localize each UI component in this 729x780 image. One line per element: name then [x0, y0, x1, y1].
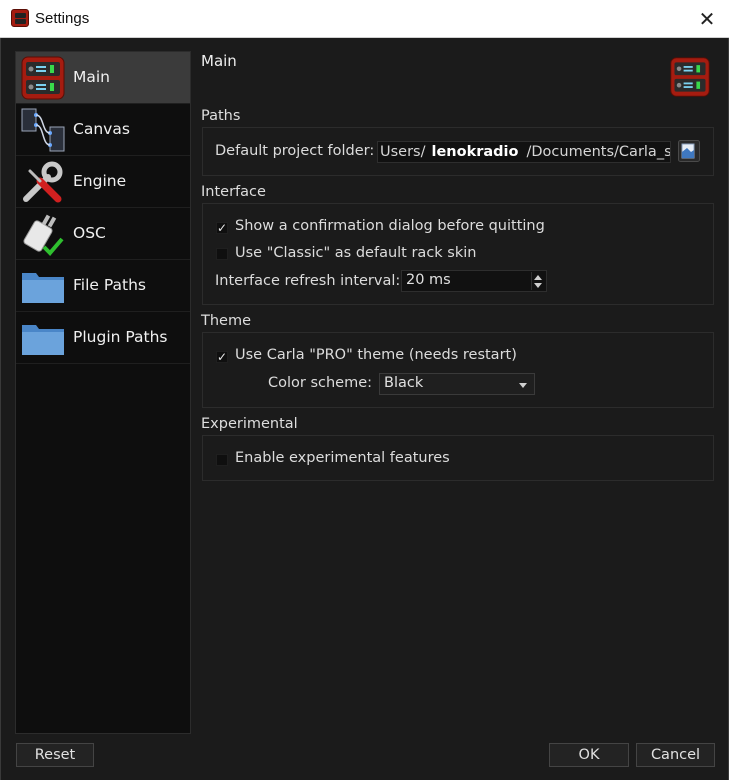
title-bar: Settings ✕ — [0, 0, 729, 38]
experimental-checkbox[interactable] — [216, 454, 228, 466]
refresh-interval-value: 20 ms — [406, 272, 451, 288]
dialog-body: Main Canvas Engine OSC File Paths Plugin… — [0, 38, 729, 780]
sidebar-item-label: File Paths — [73, 276, 146, 294]
sidebar-item-label: Main — [73, 68, 111, 86]
settings-sidebar: Main Canvas Engine OSC File Paths Plugin… — [15, 51, 191, 734]
spinbox-arrows[interactable] — [531, 272, 545, 290]
folder-path-prefix: Users/ — [380, 144, 426, 160]
window-title: Settings — [35, 10, 90, 27]
refresh-interval-label: Interface refresh interval: — [215, 273, 401, 289]
carla-rack-icon — [21, 56, 65, 100]
folder-path-suffix: /Documents/Carla_set — [526, 144, 671, 160]
sidebar-item-label: OSC — [73, 224, 106, 242]
pro-theme-label: Use Carla "PRO" theme (needs restart) — [235, 347, 517, 363]
cancel-button[interactable]: Cancel — [636, 743, 715, 767]
pro-theme-checkbox[interactable]: ✓ — [216, 351, 228, 363]
sidebar-item-engine[interactable]: Engine — [16, 156, 190, 208]
folder-path-user: lenokradio — [431, 144, 519, 160]
color-scheme-select[interactable]: Black — [379, 373, 535, 395]
spin-down-icon[interactable] — [534, 283, 542, 288]
refresh-interval-spinbox[interactable]: 20 ms — [401, 270, 547, 292]
sidebar-item-osc[interactable]: OSC — [16, 208, 190, 260]
sidebar-item-label: Plugin Paths — [73, 328, 168, 346]
default-folder-input[interactable]: Users/lenokradio/Documents/Carla_set — [377, 141, 671, 163]
tools-wrench-screwdriver-icon — [23, 161, 63, 203]
sidebar-item-main[interactable]: Main — [16, 52, 190, 104]
page-title: Main — [201, 52, 237, 70]
sidebar-item-plugin-paths[interactable]: Plugin Paths — [16, 312, 190, 364]
confirm-quit-checkbox[interactable]: ✓ — [216, 222, 228, 234]
patchbay-canvas-icon — [21, 108, 65, 152]
color-scheme-value: Black — [384, 375, 424, 391]
experimental-label: Enable experimental features — [235, 450, 450, 466]
sidebar-item-label: Canvas — [73, 120, 130, 138]
folder-icon — [22, 325, 64, 355]
theme-group — [202, 332, 714, 408]
open-folder-icon[interactable] — [678, 140, 700, 162]
sidebar-item-file-paths[interactable]: File Paths — [16, 260, 190, 312]
interface-group-title: Interface — [201, 184, 266, 200]
spin-up-icon[interactable] — [534, 275, 542, 280]
reset-button[interactable]: Reset — [16, 743, 94, 767]
chevron-down-icon — [519, 383, 527, 388]
carla-rack-icon — [670, 57, 710, 97]
ok-button[interactable]: OK — [549, 743, 629, 767]
close-icon[interactable]: ✕ — [693, 5, 721, 33]
classic-skin-label: Use "Classic" as default rack skin — [235, 245, 477, 261]
color-scheme-label: Color scheme: — [268, 375, 373, 391]
theme-group-title: Theme — [201, 313, 252, 329]
sidebar-item-label: Engine — [73, 172, 127, 190]
folder-icon — [22, 273, 64, 303]
paths-group-title: Paths — [201, 108, 241, 124]
sidebar-item-canvas[interactable]: Canvas — [16, 104, 190, 156]
classic-skin-checkbox[interactable] — [216, 248, 228, 260]
default-folder-label: Default project folder: — [215, 143, 375, 159]
network-plug-check-icon — [23, 214, 64, 256]
experimental-group-title: Experimental — [201, 416, 298, 432]
confirm-quit-label: Show a confirmation dialog before quitti… — [235, 218, 545, 234]
carla-app-icon — [11, 9, 29, 27]
